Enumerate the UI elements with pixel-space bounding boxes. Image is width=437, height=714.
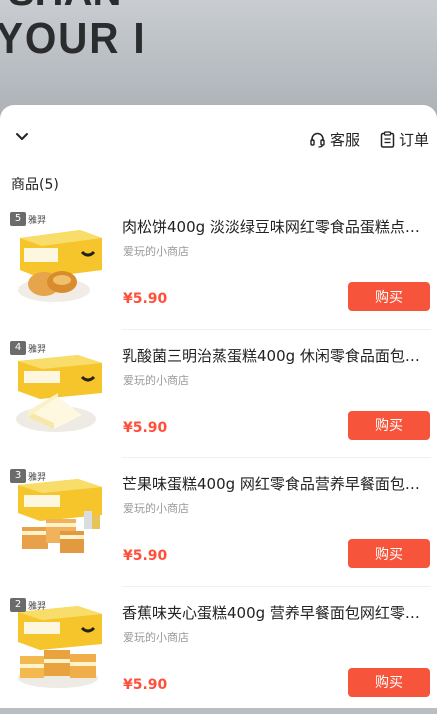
collapse-button[interactable]	[10, 125, 34, 149]
brand-label: 雅羿	[28, 470, 46, 483]
rank-badge: 5	[10, 212, 26, 226]
sheet-header: 客服 订单	[0, 125, 437, 159]
brand-label: 雅羿	[28, 213, 46, 226]
background-text-top: SHAN	[8, 0, 121, 15]
product-title[interactable]: 香蕉味夹心蛋糕400g 营养早餐面包网红零食...	[122, 602, 428, 623]
brand-label: 雅羿	[28, 342, 46, 355]
product-item[interactable]: 2 雅羿 香蕉味夹心蛋糕400g 营养早餐面包网红零食... 爱玩的小商店 ¥5…	[0, 586, 437, 714]
shop-name: 爱玩的小商店	[123, 372, 189, 388]
shop-name: 爱玩的小商店	[123, 629, 189, 645]
product-title[interactable]: 芒果味蛋糕400g 网红零食品营养早餐面包办...	[122, 473, 428, 494]
product-title[interactable]: 肉松饼400g 淡淡绿豆味网红零食品蛋糕点心...	[122, 216, 428, 237]
buy-button[interactable]: 购买	[348, 539, 430, 568]
product-title[interactable]: 乳酸菌三明治蒸蛋糕400g 休闲零食品面包点心	[122, 345, 428, 366]
product-price: ¥5.90	[123, 420, 167, 436]
product-item[interactable]: 3 雅羿 芒果味蛋糕400g 网红零食品营养早餐面包办... 爱玩的小商店 ¥5…	[0, 457, 437, 586]
products-count-title: 商品(5)	[11, 174, 59, 194]
orders-label: 订单	[399, 129, 429, 150]
product-list: 5 雅羿 肉松饼400g 淡淡绿豆味网红零食品蛋糕点心... 爱玩的小商店 ¥5…	[0, 200, 437, 714]
orders-button[interactable]: 订单	[380, 129, 429, 150]
rank-badge: 2	[10, 598, 26, 612]
product-sheet: 客服 订单 商品(5)	[0, 105, 437, 708]
product-item[interactable]: 5 雅羿 肉松饼400g 淡淡绿豆味网红零食品蛋糕点心... 爱玩的小商店 ¥5…	[0, 200, 437, 329]
buy-button[interactable]: 购买	[348, 668, 430, 697]
shop-name: 爱玩的小商店	[123, 243, 189, 259]
product-price: ¥5.90	[123, 677, 167, 693]
chevron-down-icon	[15, 132, 29, 142]
product-item[interactable]: 4 雅羿 乳酸菌三明治蒸蛋糕400g 休闲零食品面包点心 爱玩的小商店 ¥5.9…	[0, 329, 437, 458]
rank-badge: 3	[10, 469, 26, 483]
clipboard-icon	[380, 131, 395, 148]
headset-icon	[309, 131, 326, 148]
buy-button[interactable]: 购买	[348, 411, 430, 440]
product-price: ¥5.90	[123, 548, 167, 564]
shop-name: 爱玩的小商店	[123, 500, 189, 516]
rank-badge: 4	[10, 341, 26, 355]
customer-service-button[interactable]: 客服	[309, 129, 360, 150]
buy-button[interactable]: 购买	[348, 282, 430, 311]
customer-service-label: 客服	[330, 129, 360, 150]
brand-label: 雅羿	[28, 599, 46, 612]
background-text: YOUR I	[0, 14, 146, 64]
product-price: ¥5.90	[123, 291, 167, 307]
